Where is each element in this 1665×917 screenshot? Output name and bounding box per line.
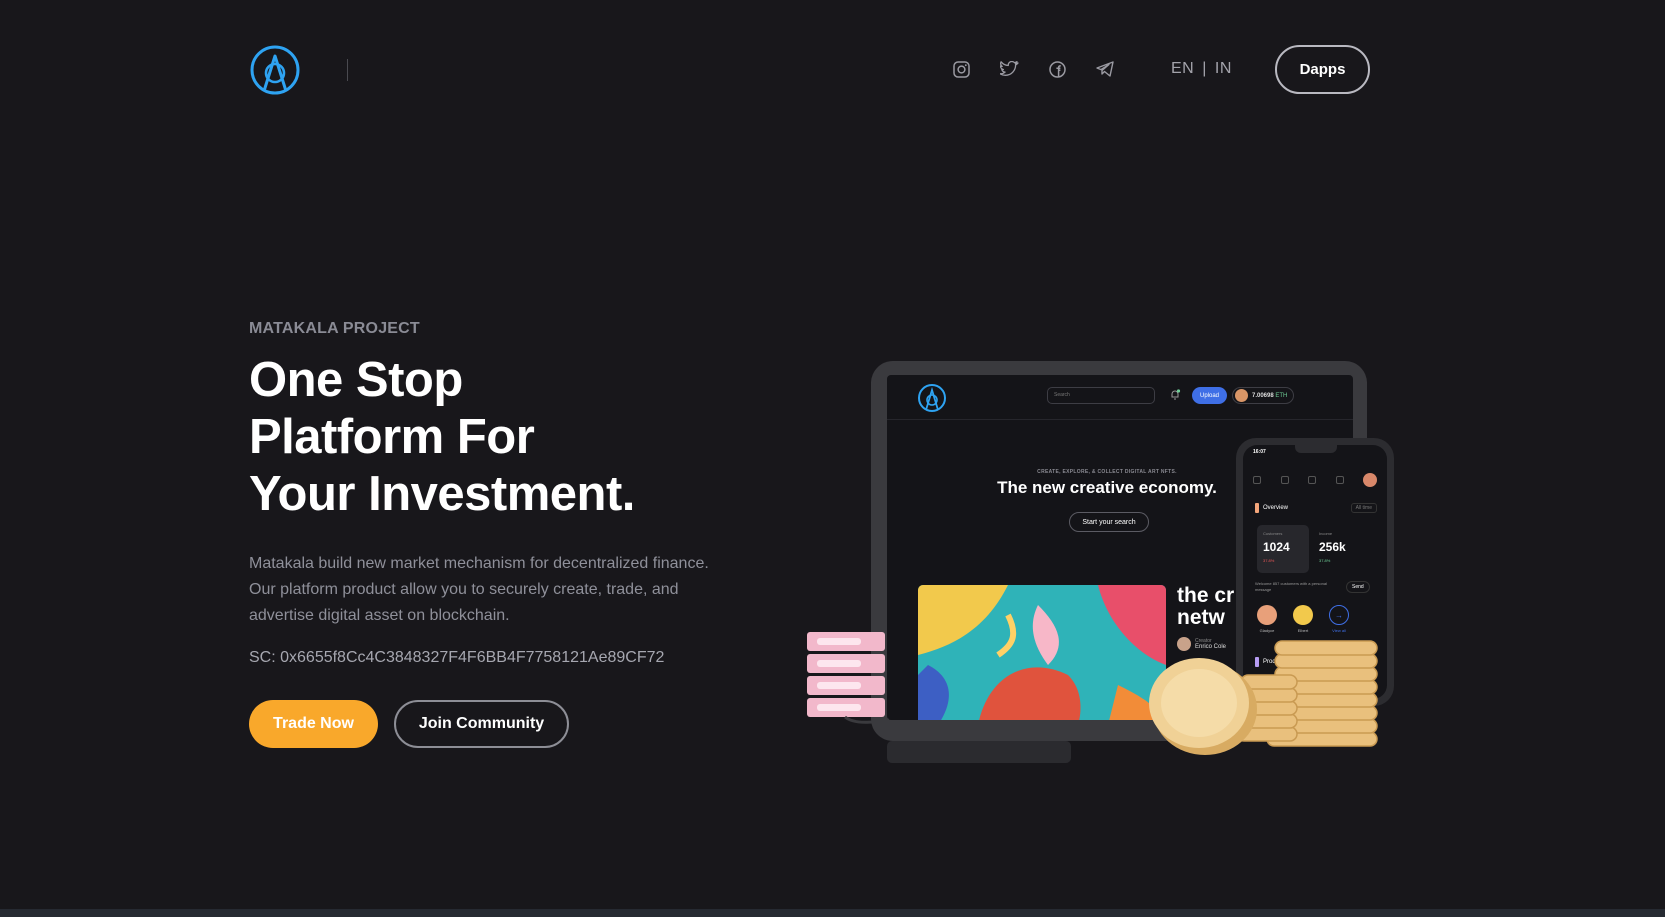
matakala-logo[interactable] xyxy=(249,44,301,96)
side-line-1: the cr xyxy=(1177,584,1235,607)
device-mockup: Search Upload 7.00698 ETH CREATE, EXPLOR… xyxy=(805,355,1405,775)
join-community-button[interactable]: Join Community xyxy=(394,700,569,748)
phone-nav xyxy=(1253,473,1377,487)
income-card: Income 256k 37.8% xyxy=(1319,531,1346,563)
hero-description: Matakala build new market mechanism for … xyxy=(249,555,709,624)
bell-icon xyxy=(1335,476,1344,484)
screen-avatar xyxy=(1235,389,1248,402)
bell-icon xyxy=(1171,389,1181,400)
server-stack-icon xyxy=(807,632,889,724)
screen-search-button: Start your search xyxy=(1069,512,1149,532)
screen-balance: 7.00698 ETH xyxy=(1252,392,1288,399)
nft-artwork-image xyxy=(918,585,1166,720)
facebook-icon[interactable] xyxy=(1046,58,1068,80)
tablet-stand xyxy=(887,741,1071,763)
menu-icon xyxy=(1253,476,1261,484)
phone-welcome: Welcome 857 customers with a personal me… xyxy=(1255,581,1327,592)
screen-search: Search xyxy=(1047,387,1155,404)
phone-overview: Overview xyxy=(1255,503,1288,513)
screen-upload-button: Upload xyxy=(1192,387,1227,404)
screen-wallet: 7.00698 ETH xyxy=(1232,387,1294,404)
social-links xyxy=(950,58,1116,80)
phone-range: All time xyxy=(1350,503,1377,513)
customers-card: Customers 1024 37.8% xyxy=(1257,525,1309,573)
telegram-icon[interactable] xyxy=(1094,58,1116,80)
instagram-icon[interactable] xyxy=(950,58,972,80)
lang-en[interactable]: EN xyxy=(1171,60,1194,78)
hero-headline: One Stop Platform For Your Investment. xyxy=(249,352,635,523)
header-divider xyxy=(347,59,348,81)
hero-kicker: MATAKALA PROJECT xyxy=(249,320,420,337)
screen-side-heading: the cr netw xyxy=(1177,585,1234,629)
phone-time: 16:07 xyxy=(1253,449,1266,455)
twitter-icon[interactable] xyxy=(998,58,1020,80)
language-switcher: EN | IN xyxy=(1171,60,1232,78)
screen-divider xyxy=(887,419,1353,420)
headline-line-2: Platform For xyxy=(249,410,535,464)
screen-logo-icon xyxy=(918,384,946,412)
lang-in[interactable]: IN xyxy=(1215,60,1232,78)
bottom-section-edge xyxy=(0,909,1665,917)
dapps-button[interactable]: Dapps xyxy=(1275,45,1370,94)
trade-now-button[interactable]: Trade Now xyxy=(249,700,378,748)
search-icon xyxy=(1280,476,1289,484)
headline-line-3: Your Investment. xyxy=(249,467,635,521)
side-line-2: netw xyxy=(1177,606,1225,629)
headline-line-1: One Stop xyxy=(249,353,463,407)
phone-notch xyxy=(1295,445,1337,453)
chat-icon xyxy=(1308,476,1316,484)
coins-icon xyxy=(1149,640,1378,755)
smart-contract-address: SC: 0x6655f8Cc4C3848327F4F6BB4F7758121Ae… xyxy=(249,649,665,666)
lang-separator: | xyxy=(1202,60,1207,77)
phone-avatar xyxy=(1363,473,1377,487)
phone-send-button: Send xyxy=(1346,581,1370,593)
